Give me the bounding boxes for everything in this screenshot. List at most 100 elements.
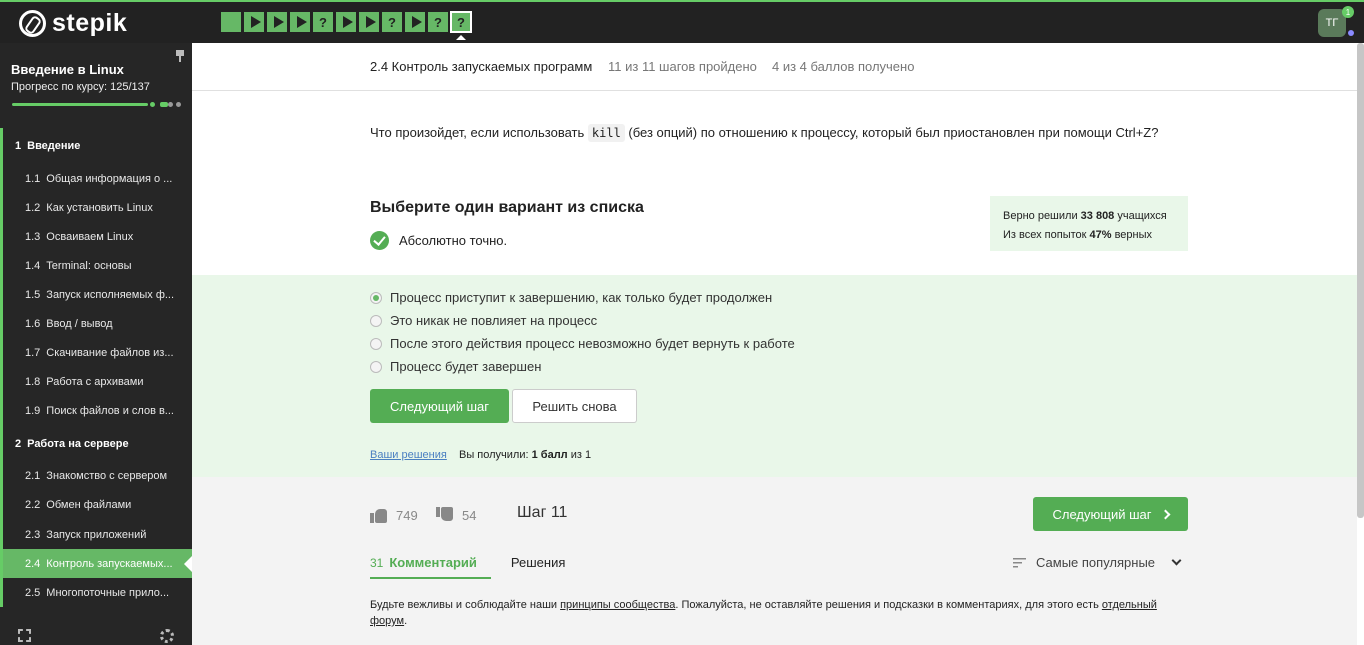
stats-text: учащихся (1114, 210, 1167, 222)
sidebar-item-2-2[interactable]: 2.2 Обмен файлами (0, 490, 192, 521)
sidebar-item-number: 1.1 (25, 172, 41, 185)
pin-icon[interactable] (175, 50, 185, 62)
retry-button[interactable]: Решить снова (512, 389, 637, 423)
score-text: Вы получили: (459, 449, 532, 461)
step-video-icon[interactable] (336, 12, 356, 32)
sort-label: Самые популярные (1036, 555, 1156, 570)
sidebar-item-1-1[interactable]: 1.1 Общая информация о ... (0, 164, 192, 194)
sidebar-item-1-9[interactable]: 1.9 Поиск файлов и слов в... (0, 396, 192, 426)
policy-text: . Пожалуйста, не оставляйте решения и по… (675, 599, 1102, 611)
question-text-part: Что произойдет, если использовать (370, 125, 588, 140)
sidebar-item-number: 2.4 (25, 557, 41, 570)
lesson-header: 2.4 Контроль запускаемых программ 11 из … (192, 43, 1357, 91)
code-snippet: kill (587, 124, 625, 142)
lesson-score: 4 из 4 баллов получено (772, 59, 915, 74)
sidebar-item-2-5[interactable]: 2.5 Многопоточные прило... (0, 578, 192, 608)
sidebar-item-1-2[interactable]: 1.2 Как установить Linux (0, 193, 192, 223)
stepik-logo-icon (19, 9, 46, 37)
course-progress-bar (12, 102, 184, 107)
step-video-icon[interactable] (405, 12, 425, 32)
sidebar-item-number: 1.7 (25, 347, 41, 360)
answer-option[interactable]: Процесс приступит к завершению, как толь… (370, 290, 772, 305)
sidebar-item-1-6[interactable]: 1.6 Ввод / вывод (0, 309, 192, 339)
sidebar-item-number: 2.1 (25, 470, 41, 483)
quiz-title: Выберите один вариант из списка (370, 199, 644, 216)
course-progress-text: Прогресс по курсу: 125/137 (11, 81, 150, 93)
sidebar-item-2-4[interactable]: 2.4 Контроль запускаемых... (0, 549, 192, 579)
answer-option[interactable]: После этого действия процесс невозможно … (370, 336, 795, 351)
sidebar-item-label: Поиск файлов и слов в... (46, 405, 174, 418)
sidebar-item-2-3[interactable]: 2.3 Запуск приложений (0, 520, 192, 550)
radio-button[interactable] (370, 291, 382, 304)
step-quiz-icon[interactable]: ? (428, 12, 448, 32)
step-text-icon[interactable] (221, 12, 241, 32)
step-quiz-icon[interactable]: ? (313, 12, 333, 32)
next-step-footer-label: Следующий шаг (1052, 506, 1152, 522)
answer-option[interactable]: Процесс будет завершен (370, 359, 541, 374)
dislike-count: 54 (462, 507, 477, 523)
radio-button[interactable] (370, 360, 382, 373)
next-step-footer-button[interactable]: Следующий шаг (1033, 497, 1188, 531)
lesson-steps-progress: 11 из 11 шагов пройдено (608, 59, 757, 74)
sort-dropdown[interactable]: Самые популярные (1013, 555, 1182, 570)
step-video-icon[interactable] (267, 12, 287, 32)
stepik-logo[interactable]: stepik (19, 9, 127, 37)
course-title[interactable]: Введение в Linux (11, 62, 124, 77)
page-scrollbar[interactable] (1357, 43, 1364, 518)
score-value: 1 балл (531, 449, 568, 461)
sidebar-item-1-5[interactable]: 1.5 Запуск исполняемых ф... (0, 280, 192, 310)
tab-comments-label: Комментарий (389, 555, 477, 570)
comment-count: 31 (370, 556, 384, 570)
step-number: Шаг 11 (517, 504, 568, 521)
sidebar-item-1-8[interactable]: 1.8 Работа с архивами (0, 367, 192, 397)
notification-badge[interactable]: 1 (1342, 6, 1354, 18)
sidebar-item-label: Как установить Linux (46, 201, 153, 214)
sidebar-item-label: Запуск исполняемых ф... (46, 288, 175, 301)
solve-stats: Верно решили 33 808 учащихся Из всех поп… (990, 196, 1188, 251)
sidebar-section-1[interactable]: 1 Введение (0, 128, 192, 164)
answer-option[interactable]: Это никак не повлияет на процесс (370, 313, 597, 328)
radio-button[interactable] (370, 337, 382, 350)
sidebar-item-number: 1.3 (25, 230, 41, 243)
step-video-icon[interactable] (244, 12, 264, 32)
tab-solutions[interactable]: Решения (511, 555, 565, 579)
radio-button[interactable] (370, 314, 382, 327)
like-button[interactable]: 749 (370, 507, 418, 523)
sidebar-item-1-7[interactable]: 1.7 Скачивание файлов из... (0, 338, 192, 368)
sidebar-item-2-1[interactable]: 2.1 Знакомство с сервером (0, 461, 192, 491)
sidebar-item-1-3[interactable]: 1.3 Осваиваем Linux (0, 222, 192, 252)
sidebar-item-1-4[interactable]: 1.4 Terminal: основы (0, 251, 192, 281)
sidebar-item-label: Запуск приложений (46, 528, 147, 541)
feedback-text: Абсолютно точно. (399, 233, 508, 248)
section-title: Работа на сервере (27, 437, 129, 450)
next-step-button[interactable]: Следующий шаг (370, 389, 509, 423)
sort-icon (1013, 557, 1026, 568)
sidebar-item-number: 1.8 (25, 376, 41, 389)
step-video-icon[interactable] (290, 12, 310, 32)
progress-dot (168, 102, 173, 107)
step-video-icon[interactable] (359, 12, 379, 32)
stats-text: верных (1111, 229, 1153, 241)
step-quiz-icon[interactable]: ? (450, 11, 472, 40)
community-principles-link[interactable]: принципы сообщества (560, 599, 675, 611)
sidebar-item-number: 1.2 (25, 201, 41, 214)
your-solutions-link[interactable]: Ваши решения (370, 449, 447, 461)
sidebar-item-label: Ввод / вывод (46, 318, 113, 331)
lesson-step-navigator: ???? (221, 11, 472, 40)
stats-value: 47% (1089, 229, 1112, 241)
step-quiz-icon[interactable]: ? (382, 12, 402, 32)
fullscreen-icon[interactable] (18, 629, 31, 642)
gear-icon[interactable] (160, 629, 174, 643)
course-sidebar: Введение в Linux Прогресс по курсу: 125/… (0, 43, 192, 645)
check-circle-icon (370, 231, 389, 250)
dislike-button[interactable]: 54 (436, 507, 476, 523)
section-number: 1 (15, 140, 22, 152)
sidebar-item-number: 1.5 (25, 288, 41, 301)
sidebar-section-2[interactable]: 2 Работа на сервере (0, 425, 192, 462)
chevron-down-icon (1171, 555, 1182, 566)
question-text: Что произойдет, если использовать kill (… (370, 124, 1158, 142)
sidebar-item-number: 1.4 (25, 259, 41, 272)
tab-comments[interactable]: 31 Комментарий (370, 555, 491, 579)
sidebar-item-label: Terminal: основы (46, 259, 132, 272)
lesson-title: 2.4 Контроль запускаемых программ (370, 59, 593, 74)
